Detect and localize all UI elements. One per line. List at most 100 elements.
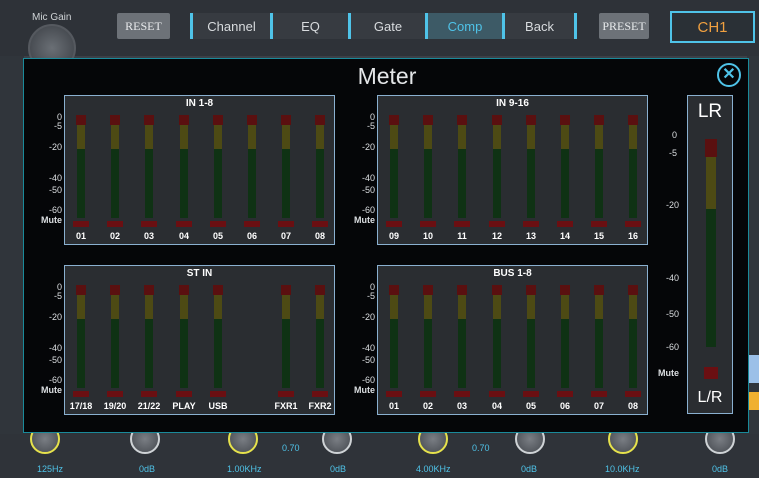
channel-label: 12	[491, 231, 502, 241]
level-meter	[457, 285, 467, 388]
mute-indicator[interactable]	[312, 391, 328, 397]
mute-indicator[interactable]	[141, 391, 157, 397]
reset-button[interactable]: RESET	[117, 13, 170, 39]
preset-button[interactable]: PRESET	[599, 13, 649, 39]
tab-back[interactable]: Back	[502, 13, 577, 39]
scale-tick: -50	[48, 185, 62, 195]
mute-indicator[interactable]	[420, 221, 436, 227]
lr-title: LR	[697, 101, 723, 122]
meter-scale: 0 -5 -20 -40 -50 -60 Mute	[26, 265, 62, 415]
level-meter	[423, 285, 433, 388]
channel-label: 09	[388, 231, 399, 241]
channel-label: 03	[143, 231, 154, 241]
channel-label: 19/20	[103, 401, 127, 411]
eq-q-value: 0.70	[282, 443, 300, 453]
eq-label: 0dB	[521, 464, 538, 474]
level-meter	[594, 285, 604, 388]
meter-group: BUS 1-8 01 02 03 04 05 06 07 08	[377, 265, 648, 415]
meter-group-title: IN 1-8	[185, 98, 214, 109]
lr-scale-tick: -50	[666, 309, 680, 319]
meter-group: IN 1-8 01 02 03 04 05 06 07 08	[64, 95, 335, 245]
level-meter	[213, 285, 223, 388]
mute-indicator[interactable]	[420, 391, 436, 397]
scale-tick: -50	[48, 355, 62, 365]
level-meter	[144, 285, 154, 388]
mute-indicator[interactable]	[489, 391, 505, 397]
eq-label: 0dB	[712, 464, 729, 474]
tab-gate[interactable]: Gate	[348, 13, 425, 39]
scale-tick: -40	[48, 343, 62, 353]
meter-dialog: Meter ✕ IN 1-8 01 02 03 04 05 06 07 08 IN 9-16 09 1…	[23, 58, 749, 433]
scale-tick: -5	[366, 121, 375, 131]
level-meter	[594, 115, 604, 218]
level-meter	[213, 115, 223, 218]
lr-scale-tick: -20	[666, 200, 680, 210]
mute-indicator[interactable]	[386, 391, 402, 397]
mute-indicator[interactable]	[73, 221, 89, 227]
level-meter	[389, 115, 399, 218]
lr-scale-tick: -60	[666, 342, 680, 352]
level-meter	[110, 285, 120, 388]
mute-indicator[interactable]	[489, 221, 505, 227]
mute-indicator[interactable]	[244, 221, 260, 227]
channel-selector[interactable]: CH1	[670, 11, 755, 43]
scale-tick: -20	[48, 142, 62, 152]
scale-tick: -40	[361, 343, 375, 353]
mute-indicator[interactable]	[454, 221, 470, 227]
tab-eq[interactable]: EQ	[270, 13, 348, 39]
mute-label: Mute	[41, 385, 62, 395]
top-bar: Mic Gain RESET Channel EQ Gate Comp Back…	[0, 0, 759, 72]
mute-indicator[interactable]	[591, 221, 607, 227]
level-meter	[179, 285, 189, 388]
mute-indicator[interactable]	[312, 221, 328, 227]
mute-indicator[interactable]	[107, 221, 123, 227]
mute-indicator[interactable]	[141, 221, 157, 227]
mute-indicator[interactable]	[523, 391, 539, 397]
channel-label: 01	[388, 401, 399, 411]
level-meter	[179, 115, 189, 218]
mute-label: Mute	[41, 215, 62, 225]
channel-label: 03	[456, 401, 467, 411]
mute-indicator[interactable]	[210, 221, 226, 227]
tab-comp[interactable]: Comp	[425, 13, 502, 39]
level-meter	[628, 115, 638, 218]
mute-indicator[interactable]	[557, 391, 573, 397]
mute-indicator[interactable]	[278, 221, 294, 227]
channel-label: 05	[525, 401, 536, 411]
meter-scale: 0 -5 -20 -40 -50 -60 Mute	[339, 95, 375, 245]
scale-tick: -60	[48, 375, 62, 385]
close-icon[interactable]: ✕	[717, 63, 741, 87]
level-meter	[628, 285, 638, 388]
lr-mute-indicator[interactable]	[704, 367, 718, 379]
eq-label: 0dB	[330, 464, 347, 474]
mute-indicator[interactable]	[625, 391, 641, 397]
scale-tick: -5	[53, 291, 62, 301]
level-meter	[110, 115, 120, 218]
channel-label: 07	[593, 401, 604, 411]
level-meter	[423, 115, 433, 218]
tab-channel[interactable]: Channel	[190, 13, 270, 39]
scale-tick: -60	[48, 205, 62, 215]
mute-indicator[interactable]	[454, 391, 470, 397]
mute-indicator[interactable]	[176, 391, 192, 397]
level-meter	[144, 115, 154, 218]
eq-label: 10.0KHz	[605, 464, 640, 474]
app-root: Mic Gain RESET Channel EQ Gate Comp Back…	[0, 0, 759, 478]
channel-label: 06	[246, 231, 257, 241]
mute-indicator[interactable]	[386, 221, 402, 227]
mute-indicator[interactable]	[523, 221, 539, 227]
channel-label: PLAY	[172, 401, 196, 411]
mute-indicator[interactable]	[625, 221, 641, 227]
mute-indicator[interactable]	[591, 391, 607, 397]
scale-tick: -60	[361, 375, 375, 385]
mute-indicator[interactable]	[210, 391, 226, 397]
mute-indicator[interactable]	[278, 391, 294, 397]
eq-q-value: 0.70	[472, 443, 490, 453]
mute-indicator[interactable]	[557, 221, 573, 227]
mute-indicator[interactable]	[176, 221, 192, 227]
left-strip	[0, 56, 24, 436]
mute-indicator[interactable]	[107, 391, 123, 397]
meter-group-title: BUS 1-8	[493, 268, 532, 279]
mute-indicator[interactable]	[73, 391, 89, 397]
level-meter	[315, 115, 325, 218]
